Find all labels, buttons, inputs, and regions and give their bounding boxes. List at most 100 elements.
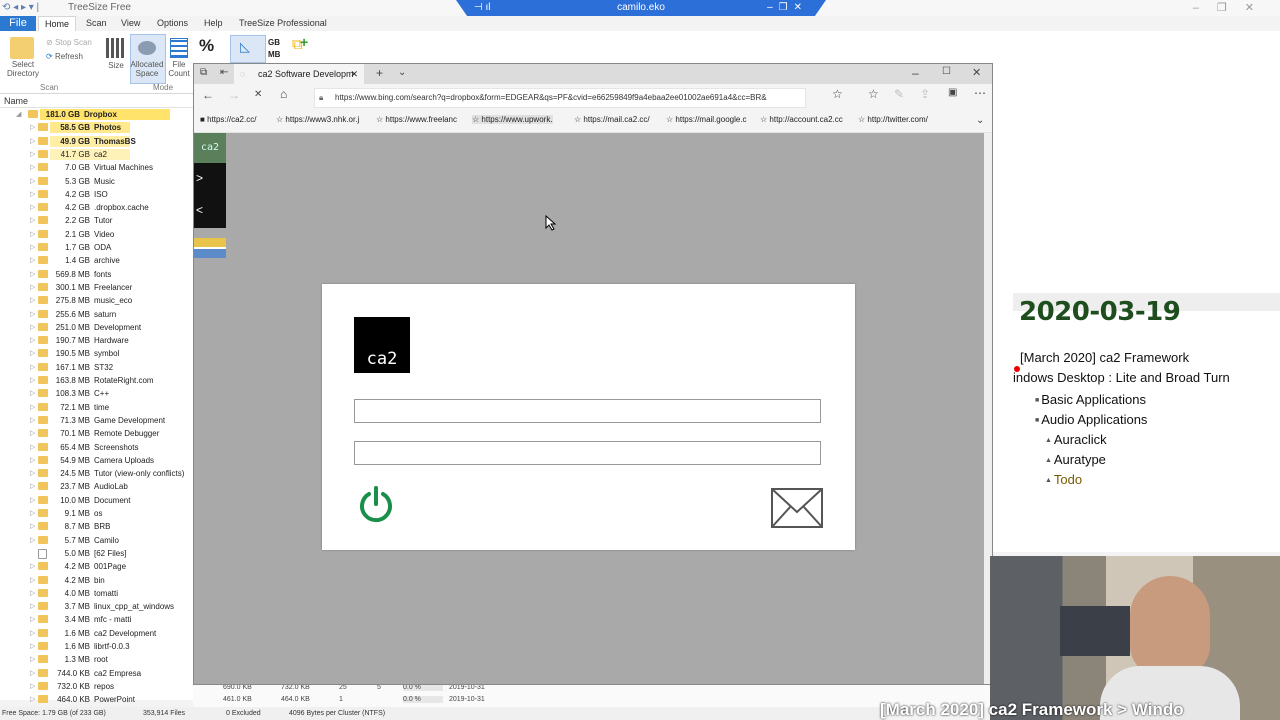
close-icon[interactable]: ✕ — [972, 66, 981, 79]
expand-icon[interactable]: ▷ — [30, 613, 35, 626]
tree-row[interactable]: ▷ 1.6 MB ca2 Development — [0, 627, 193, 640]
expand-icon[interactable]: ▷ — [30, 148, 35, 161]
expand-icon[interactable]: ▷ — [30, 414, 35, 427]
tree-row[interactable]: ▷ 2.2 GB Tutor — [0, 214, 193, 227]
minimize-icon[interactable]: – — [912, 66, 919, 80]
select-directory-button[interactable]: Select Directory — [2, 60, 44, 78]
expand-icon[interactable]: ▷ — [30, 281, 35, 294]
tree-row[interactable]: ▷ 464.0 KB PowerPoint — [0, 693, 193, 706]
percent-button[interactable]: % — [199, 36, 214, 56]
column-header-name[interactable]: Name — [4, 96, 28, 106]
tree-row[interactable]: ▷ 10.0 MB Document — [0, 494, 193, 507]
expand-icon[interactable]: ▷ — [30, 560, 35, 573]
share-icon[interactable]: ⇪ — [920, 87, 930, 101]
tree-row[interactable]: ▷ 4.2 MB bin — [0, 574, 193, 587]
remote-desktop-bar[interactable]: ⊣ ıl camilo.eko –❐✕ — [456, 0, 826, 16]
size-button[interactable]: Size — [104, 61, 128, 70]
tree-row[interactable]: ▷ 4.2 MB 001Page — [0, 560, 193, 573]
side-panel-icon[interactable] — [194, 238, 226, 258]
tree-row[interactable]: ▷ 4.2 GB .dropbox.cache — [0, 201, 193, 214]
expand-icon[interactable]: ▷ — [30, 401, 35, 414]
directory-tree[interactable]: Name ◢ 181.0 GB Dropbox ▷ 58.5 GB Photos ▷ 49.9… — [0, 94, 194, 704]
expand-icon[interactable]: ▷ — [30, 667, 35, 680]
password-input[interactable] — [354, 441, 821, 465]
menu-home[interactable]: Home — [38, 16, 76, 32]
tree-row[interactable]: ▷ 167.1 MB ST32 — [0, 361, 193, 374]
power-icon[interactable] — [358, 486, 394, 524]
expand-icon[interactable]: ▷ — [30, 587, 35, 600]
tree-row[interactable]: ▷ 190.7 MB Hardware — [0, 334, 193, 347]
favorite-link[interactable]: ■ https://ca2.cc/ — [200, 115, 256, 124]
tree-row[interactable]: ▷ 24.5 MB Tutor (view-only conflicts) — [0, 467, 193, 480]
tree-row[interactable]: ▷ 72.1 MB time — [0, 401, 193, 414]
tree-row[interactable]: ◢ 181.0 GB Dropbox — [0, 108, 193, 121]
tree-row[interactable]: ▷ 255.6 MB saturn — [0, 308, 193, 321]
expand-icon[interactable]: ▷ — [30, 427, 35, 440]
expand-icon[interactable]: ▷ — [30, 374, 35, 387]
favorite-link[interactable]: ☆ https://www3.nhk.or.j — [276, 115, 359, 124]
favorite-link[interactable]: ☆ http://account.ca2.cc — [760, 115, 843, 124]
expand-icon[interactable]: ▷ — [30, 507, 35, 520]
expand-icon[interactable]: ▷ — [30, 308, 35, 321]
tree-row[interactable]: ▷ 744.0 KB ca2 Empresa — [0, 667, 193, 680]
menu-treesize-professional[interactable]: TreeSize Professional — [239, 18, 327, 28]
menu-help[interactable]: Help — [204, 18, 223, 28]
quick-access-toolbar[interactable]: ⟲ ◂ ▸ ▾ | — [2, 2, 39, 13]
favorites-overflow-icon[interactable]: ⌄ — [976, 115, 984, 126]
side-logo[interactable]: ca2 — [194, 133, 226, 163]
expand-icon[interactable]: ▷ — [30, 653, 35, 666]
expand-icon[interactable]: ▷ — [30, 480, 35, 493]
tree-row[interactable]: ▷ 58.5 GB Photos — [0, 121, 193, 134]
tree-row[interactable]: ▷ 2.1 GB Video — [0, 228, 193, 241]
tree-row[interactable]: ▷ 7.0 GB Virtual Machines — [0, 161, 193, 174]
menu-options[interactable]: Options — [157, 18, 188, 28]
expand-icon[interactable]: ▷ — [30, 188, 35, 201]
more-icon[interactable]: ⋯ — [974, 86, 986, 100]
mail-icon[interactable] — [771, 488, 823, 528]
chevron-down-icon[interactable]: ⌄ — [398, 67, 406, 78]
expand-icon[interactable]: ▷ — [30, 361, 35, 374]
prev-button[interactable]: < — [196, 203, 203, 217]
favorite-link[interactable]: ☆ https://mail.ca2.cc/ — [574, 115, 650, 124]
expand-icon[interactable]: ▷ — [30, 161, 35, 174]
new-tab-icon[interactable]: + — [376, 66, 383, 80]
file-count-button[interactable]: File Count — [166, 60, 192, 78]
tree-row[interactable]: ▷ 190.5 MB symbol — [0, 347, 193, 360]
pen-icon[interactable]: ✎ — [894, 87, 904, 101]
expand-icon[interactable]: ▷ — [30, 534, 35, 547]
tree-row[interactable]: 5.0 MB [62 Files] — [0, 547, 193, 560]
tree-row[interactable]: ▷ 70.1 MB Remote Debugger — [0, 427, 193, 440]
expand-icon[interactable]: ▷ — [30, 640, 35, 653]
expand-icon[interactable]: ▷ — [30, 121, 35, 134]
expand-icon[interactable]: ▷ — [30, 241, 35, 254]
expand-icon[interactable]: ▷ — [30, 693, 35, 706]
tree-row[interactable]: ▷ 41.7 GB ca2 — [0, 148, 193, 161]
expand-icon[interactable]: ▷ — [30, 294, 35, 307]
mb-button[interactable]: MB — [268, 50, 280, 59]
favorite-link[interactable]: ☆ https://www.upwork. — [472, 115, 553, 124]
tree-row[interactable]: ▷ 9.1 MB os — [0, 507, 193, 520]
expand-icon[interactable]: ▷ — [30, 627, 35, 640]
expand-icon[interactable]: ▷ — [30, 574, 35, 587]
folder-icon[interactable] — [10, 37, 34, 59]
close-tab-icon[interactable]: ✕ — [350, 64, 358, 84]
window-controls[interactable]: –❐✕ — [1193, 1, 1272, 14]
tab-preview-icon[interactable]: ⇤ — [220, 67, 228, 78]
favorite-link[interactable]: ☆ http://twitter.com/ — [858, 115, 928, 124]
expand-icon[interactable]: ▷ — [30, 214, 35, 227]
tree-row[interactable]: ▷ 23.7 MB AudioLab — [0, 480, 193, 493]
expand-icon[interactable]: ▷ — [30, 228, 35, 241]
menu-scan[interactable]: Scan — [86, 18, 107, 28]
expand-icon[interactable]: ▷ — [30, 680, 35, 693]
tree-row[interactable]: ▷ 71.3 MB Game Development — [0, 414, 193, 427]
expand-icon[interactable]: ▷ — [30, 201, 35, 214]
favorite-link[interactable]: ☆ https://www.freelanc — [376, 115, 457, 124]
expand-icon[interactable]: ▷ — [30, 454, 35, 467]
tree-row[interactable]: ▷ 732.0 KB repos — [0, 680, 193, 693]
active-tab[interactable]: ◌ ca2 Software Developm ✕ — [234, 64, 364, 84]
favorite-star-icon[interactable]: ☆ — [832, 87, 843, 101]
remote-window-controls[interactable]: –❐✕ — [767, 0, 808, 16]
tree-row[interactable]: ▷ 275.8 MB music_eco — [0, 294, 193, 307]
file-count-icon[interactable] — [170, 38, 188, 58]
menu-view[interactable]: View — [121, 18, 140, 28]
